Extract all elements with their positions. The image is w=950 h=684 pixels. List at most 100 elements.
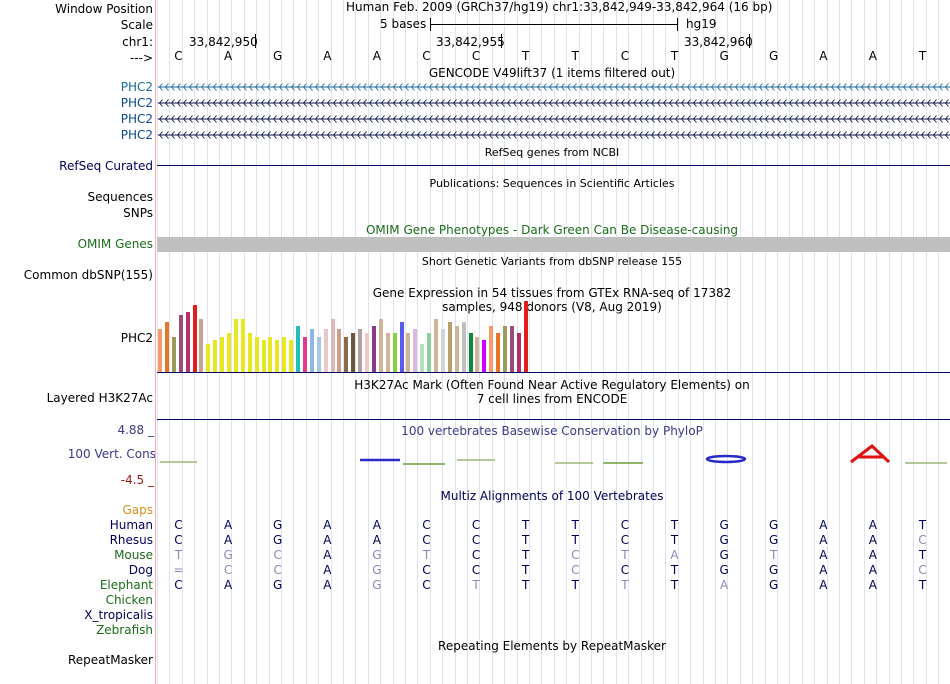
gtex-tissue-bar[interactable] bbox=[220, 336, 225, 372]
gencode-transcript-4[interactable] bbox=[158, 130, 950, 140]
aligned-base: C bbox=[620, 533, 630, 547]
gtex-tissue-bar[interactable] bbox=[496, 332, 501, 372]
label-dbsnp[interactable]: Common dbSNP(155) bbox=[24, 268, 153, 282]
label-sequences[interactable]: Sequences bbox=[88, 190, 153, 204]
gtex-tissue-bar[interactable] bbox=[482, 340, 487, 372]
gtex-tissue-bar[interactable] bbox=[261, 340, 266, 372]
label-gaps[interactable]: Gaps bbox=[122, 503, 153, 517]
reference-base: G bbox=[719, 49, 729, 63]
gtex-tissue-bar[interactable] bbox=[461, 322, 466, 372]
label-h3k27ac[interactable]: Layered H3K27Ac bbox=[47, 391, 153, 405]
gtex-tissue-bar[interactable] bbox=[296, 325, 300, 372]
label-omim[interactable]: OMIM Genes bbox=[78, 237, 153, 251]
gtex-tissue-bar[interactable] bbox=[309, 329, 314, 372]
aligned-base: C bbox=[273, 548, 282, 562]
gencode-transcript-1[interactable] bbox=[158, 82, 950, 92]
aligned-base: A bbox=[868, 548, 877, 562]
gtex-tissue-bar[interactable] bbox=[351, 332, 356, 372]
gtex-tissue-bar[interactable] bbox=[523, 301, 528, 372]
gtex-tissue-bar[interactable] bbox=[233, 318, 238, 372]
gtex-tissue-bar[interactable] bbox=[406, 332, 411, 372]
species-label[interactable]: Zebrafish bbox=[96, 623, 153, 637]
phylop-conservation-plot[interactable] bbox=[157, 440, 950, 470]
label-gtex-gene[interactable]: PHC2 bbox=[121, 331, 153, 345]
gencode-gene-label-2[interactable]: PHC2 bbox=[121, 96, 153, 110]
aligned-base: T bbox=[621, 548, 629, 562]
gtex-tissue-bar[interactable] bbox=[240, 318, 245, 372]
label-repeatmasker[interactable]: RepeatMasker bbox=[68, 653, 153, 667]
species-label[interactable]: X_tropicalis bbox=[84, 608, 153, 622]
gtex-tissue-bar[interactable] bbox=[503, 325, 507, 372]
label-refseq[interactable]: RefSeq Curated bbox=[59, 159, 153, 173]
gtex-tissue-bar[interactable] bbox=[440, 329, 445, 372]
gencode-gene-label-3[interactable]: PHC2 bbox=[121, 112, 153, 126]
tick-mark-2 bbox=[501, 34, 502, 48]
position-tick-1: 33,842,950 bbox=[189, 35, 258, 49]
gtex-tissue-bar[interactable] bbox=[420, 343, 425, 372]
gtex-tissue-bar[interactable] bbox=[164, 322, 169, 372]
gtex-tissue-bar[interactable] bbox=[289, 340, 294, 372]
gencode-gene-label-1[interactable]: PHC2 bbox=[121, 80, 153, 94]
species-label[interactable]: Dog bbox=[129, 563, 153, 577]
gtex-tissue-bar[interactable] bbox=[337, 329, 342, 372]
gtex-tissue-bar[interactable] bbox=[344, 336, 349, 372]
gtex-tissue-bar[interactable] bbox=[385, 332, 390, 372]
gtex-tissue-bar[interactable] bbox=[185, 311, 190, 372]
gtex-tissue-bar[interactable] bbox=[399, 322, 404, 372]
gtex-tissue-bar[interactable] bbox=[489, 325, 494, 372]
label-snps[interactable]: SNPs bbox=[123, 206, 153, 220]
reference-base: A bbox=[323, 49, 332, 63]
gtex-tissue-bar[interactable] bbox=[365, 332, 369, 372]
gtex-tissue-bar[interactable] bbox=[516, 332, 521, 372]
tick-mark-3 bbox=[749, 34, 750, 48]
gtex-tissue-bar[interactable] bbox=[434, 318, 438, 372]
gtex-tissue-bar[interactable] bbox=[468, 332, 473, 372]
label-strand[interactable]: ---> bbox=[130, 51, 153, 65]
gtex-tissue-bar[interactable] bbox=[475, 336, 480, 372]
gencode-gene-label-4[interactable]: PHC2 bbox=[121, 128, 153, 142]
gtex-tissue-bar[interactable] bbox=[213, 340, 218, 372]
aligned-base: G bbox=[372, 563, 382, 577]
species-label[interactable]: Human bbox=[110, 518, 153, 532]
gtex-tissue-bar[interactable] bbox=[178, 315, 183, 372]
species-label[interactable]: Elephant bbox=[100, 578, 153, 592]
gtex-tissue-bar[interactable] bbox=[413, 329, 418, 372]
gtex-tissue-bar[interactable] bbox=[392, 332, 397, 372]
gtex-tissue-bar[interactable] bbox=[282, 336, 287, 372]
gtex-tissue-bar[interactable] bbox=[427, 332, 432, 372]
gtex-tissue-bar[interactable] bbox=[447, 322, 452, 372]
gtex-tissue-bar[interactable] bbox=[275, 340, 280, 372]
gtex-tissue-bar[interactable] bbox=[227, 332, 231, 372]
aligned-base: T bbox=[670, 533, 679, 547]
gencode-transcript-2[interactable] bbox=[158, 98, 950, 108]
refseq-gene-line[interactable] bbox=[157, 165, 950, 166]
aligned-base: C bbox=[273, 563, 282, 577]
gtex-tissue-bar[interactable] bbox=[316, 336, 321, 372]
gtex-tissue-bar[interactable] bbox=[371, 325, 376, 372]
gencode-transcript-3[interactable] bbox=[158, 114, 950, 124]
gtex-tissue-bar[interactable] bbox=[454, 325, 459, 372]
species-label[interactable]: Chicken bbox=[106, 593, 153, 607]
gtex-tissue-bar[interactable] bbox=[158, 329, 162, 372]
species-label[interactable]: Mouse bbox=[114, 548, 153, 562]
gtex-tissue-bar[interactable] bbox=[268, 336, 273, 372]
position-tick-2: 33,842,955 bbox=[436, 35, 505, 49]
gtex-tissue-bar[interactable] bbox=[192, 304, 197, 372]
gtex-tissue-bar[interactable] bbox=[199, 318, 204, 372]
omim-gene-bar[interactable] bbox=[157, 237, 950, 252]
gtex-tissue-bar[interactable] bbox=[509, 325, 514, 372]
gtex-tissue-bar[interactable] bbox=[330, 318, 335, 372]
gtex-tissue-bar[interactable] bbox=[302, 336, 307, 372]
gtex-tissue-bar[interactable] bbox=[378, 318, 383, 372]
label-phylop[interactable]: 100 Vert. Cons bbox=[68, 447, 156, 461]
gtex-tissue-bar[interactable] bbox=[323, 329, 328, 372]
gtex-tissue-bar[interactable] bbox=[206, 343, 211, 372]
species-label[interactable]: Rhesus bbox=[110, 533, 153, 547]
gtex-tissue-bar[interactable] bbox=[247, 332, 252, 372]
aligned-base: G bbox=[273, 578, 283, 592]
gtex-expression-bars[interactable] bbox=[157, 299, 950, 372]
gtex-tissue-bar[interactable] bbox=[254, 336, 259, 372]
aligned-base: G bbox=[372, 578, 382, 592]
gtex-tissue-bar[interactable] bbox=[358, 329, 363, 372]
gtex-tissue-bar[interactable] bbox=[171, 336, 176, 372]
